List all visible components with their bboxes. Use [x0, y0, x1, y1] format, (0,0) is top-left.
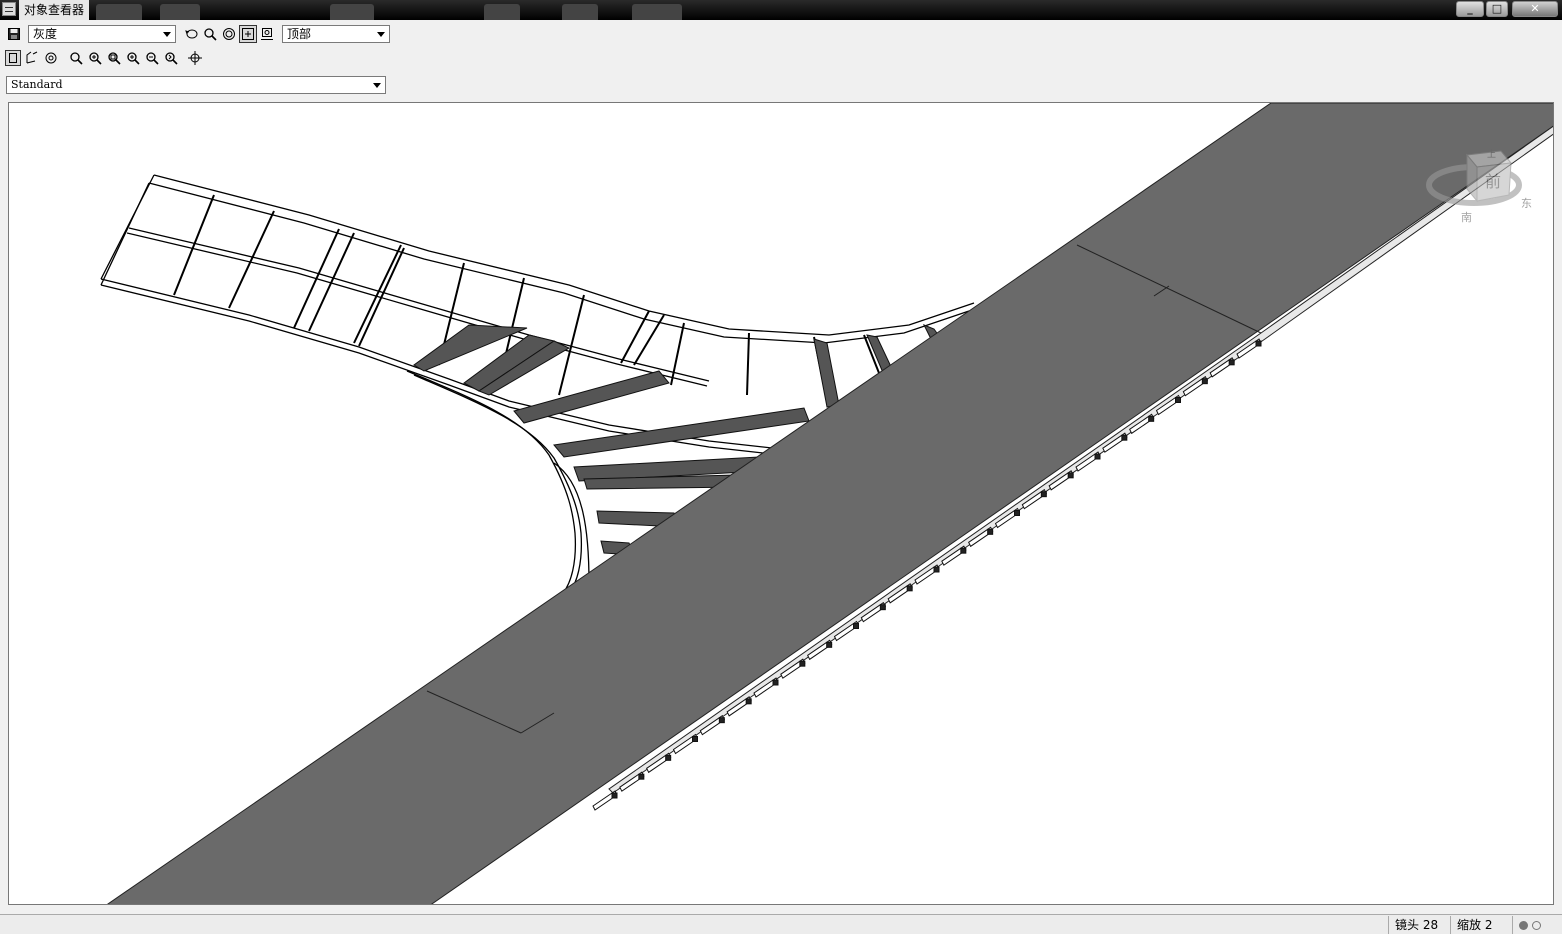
pier-cap: [718, 717, 725, 724]
orbit-icon: [185, 29, 198, 39]
toolbar-row-2: [0, 48, 400, 72]
pier-cap: [1148, 415, 1155, 422]
pier-cap: [665, 754, 672, 761]
pier-cap: [799, 660, 806, 667]
zoom-window-button[interactable]: [221, 26, 237, 42]
status-empty-dot-icon: [1531, 921, 1541, 930]
zoom-previous-button[interactable]: [163, 50, 179, 66]
pier-cap: [1067, 472, 1074, 479]
ucs-icon: [26, 51, 38, 64]
pier-cap: [1175, 397, 1181, 403]
zoom-all-icon: [108, 52, 121, 65]
pier-cap: [1014, 510, 1020, 516]
status-indicators: [1512, 916, 1558, 934]
pan-button[interactable]: [239, 25, 257, 43]
status-bar: 镜头 28 缩放 2: [0, 914, 1562, 934]
zoom-in-icon: [89, 52, 102, 65]
zoom-realtime-button[interactable]: [202, 26, 218, 42]
minimize-button[interactable]: _: [1456, 1, 1484, 17]
view-direction-dropdown[interactable]: 顶部: [282, 25, 390, 43]
background-window-shadow: [632, 4, 682, 20]
pier-cap: [745, 698, 752, 705]
app-icon[interactable]: [2, 2, 16, 16]
pier-cap: [853, 623, 859, 629]
view-box-icon: [261, 28, 273, 40]
3d-viewport[interactable]: 上 前 南 东: [8, 102, 1554, 905]
pier-cap: [1255, 340, 1262, 347]
road-model-drawing: 上 前 南 东: [100, 103, 1553, 904]
pier-cap: [879, 604, 886, 611]
ucs-button[interactable]: [24, 50, 40, 66]
zoom-extents-button[interactable]: [125, 50, 141, 66]
orbit-button[interactable]: [184, 26, 200, 42]
title-bar: 对象查看器 _ □ ✕: [0, 0, 1562, 20]
pier-cap: [611, 792, 618, 799]
chevron-down-icon: [163, 32, 171, 37]
pier-cap: [1201, 378, 1208, 385]
chevron-down-icon: [373, 83, 381, 88]
zoom-in-button[interactable]: [87, 50, 103, 66]
visual-style-value: 灰度: [33, 27, 58, 41]
zoom-realtime-icon: [204, 28, 217, 41]
background-window-shadow: [96, 4, 142, 20]
pier-cap: [772, 679, 779, 686]
zoom-out-button[interactable]: [144, 50, 160, 66]
steering-wheel-icon: [45, 52, 57, 64]
pier-cap: [906, 585, 913, 592]
close-button[interactable]: ✕: [1512, 1, 1558, 17]
pier-cap: [692, 736, 698, 742]
save-button[interactable]: [6, 26, 22, 42]
maximize-button[interactable]: □: [1486, 1, 1508, 17]
pier-cap: [933, 566, 940, 573]
steering-wheel-button[interactable]: [43, 50, 59, 66]
pier-cap: [960, 547, 967, 554]
pier-cap: [826, 641, 833, 648]
view-box-button[interactable]: [259, 26, 275, 42]
toolbar-row-1: 灰度 顶部: [0, 22, 1562, 46]
viewcube-south-label: 南: [1461, 211, 1472, 224]
pan-cross-icon: [188, 51, 202, 65]
view-cube-button[interactable]: [5, 50, 21, 66]
maximize-icon: □: [1491, 2, 1503, 15]
chevron-down-icon: [377, 32, 385, 37]
zoom-extents-icon: [127, 52, 140, 65]
save-icon: [8, 28, 20, 40]
minimize-icon: _: [1467, 2, 1473, 15]
pan-icon: [242, 28, 254, 40]
zoom-all-button[interactable]: [106, 50, 122, 66]
zoom-button[interactable]: [68, 50, 84, 66]
lens-status: 镜头 28: [1388, 916, 1448, 934]
pier-cap: [987, 528, 994, 535]
zoom-icon: [70, 52, 83, 65]
background-window-shadow: [562, 4, 598, 20]
window-title: 对象查看器: [19, 0, 90, 20]
pier-cap: [1040, 491, 1047, 498]
background-window-shadow: [160, 4, 200, 20]
pan-cross-button[interactable]: [187, 50, 203, 66]
pier-cap: [1121, 434, 1128, 441]
zoom-out-icon: [146, 52, 159, 65]
background-window-shadow: [330, 4, 374, 20]
zoom-status: 缩放 2: [1450, 916, 1510, 934]
viewcube-top-label: 上: [1487, 149, 1496, 160]
pier-cap: [638, 773, 645, 780]
viewcube-face-label: 前: [1485, 172, 1501, 191]
visual-style-name-value: Standard: [11, 78, 63, 91]
zoom-window-icon: [223, 28, 235, 40]
pier-cap: [1228, 359, 1235, 366]
visual-style-dropdown[interactable]: 灰度: [28, 25, 176, 43]
close-icon: ✕: [1530, 2, 1540, 15]
main-bridge-deck: [107, 103, 1553, 904]
view-cube-icon: [9, 53, 17, 63]
background-window-shadow: [484, 4, 520, 20]
viewcube-east-label: 东: [1521, 197, 1532, 210]
pier-cap: [1094, 453, 1101, 460]
visual-style-name-dropdown[interactable]: Standard: [6, 76, 386, 94]
zoom-previous-icon: [165, 52, 178, 65]
view-direction-value: 顶部: [287, 27, 312, 41]
status-filled-dot-icon: [1519, 921, 1528, 930]
